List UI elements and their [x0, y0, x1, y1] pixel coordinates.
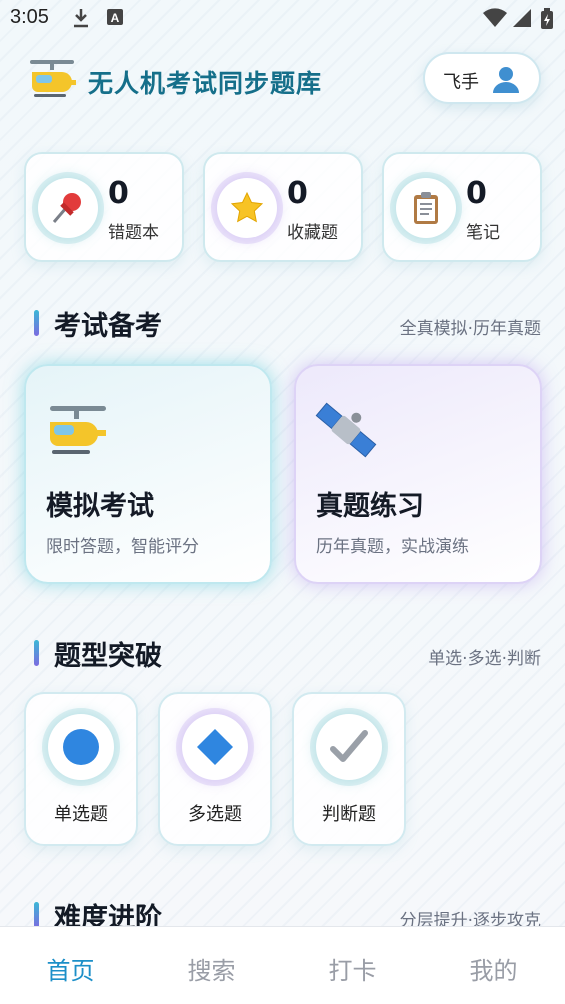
clipboard-icon: [414, 192, 438, 224]
section-accent-bar: [34, 310, 39, 336]
true-false-card[interactable]: 判断题: [292, 692, 406, 846]
download-icon: [74, 9, 88, 28]
type-label: 判断题: [322, 804, 376, 825]
helicopter-icon: [30, 60, 76, 97]
wrong-questions-card[interactable]: 0 错题本: [24, 152, 184, 262]
a-letter-icon: A: [107, 9, 123, 25]
nav-mine[interactable]: 我的: [423, 951, 564, 986]
stat-icon-circle: [38, 178, 98, 238]
exam-section-header: 考试备考 全真模拟·历年真题: [24, 302, 541, 342]
section-accent-bar: [34, 902, 39, 928]
stat-value: 0: [466, 176, 487, 211]
stats-row: 0 错题本 0 收藏题 0 笔记: [24, 152, 542, 262]
battery-icon: [541, 8, 553, 29]
check-mark-icon: [330, 730, 368, 762]
status-time: 3:05: [10, 6, 49, 28]
blue-circle-icon: [63, 729, 99, 765]
satellite-icon: [315, 402, 377, 458]
stat-value: 0: [108, 176, 129, 211]
type-icon-circle: [316, 714, 382, 780]
notes-card[interactable]: 0 笔记: [382, 152, 542, 262]
status-bar: 3:05 A: [0, 0, 565, 40]
app-title: 无人机考试同步题库: [88, 69, 323, 98]
question-type-section-header: 题型突破 单选·多选·判断: [24, 632, 541, 672]
blue-diamond-icon: [197, 729, 233, 765]
user-icon: [493, 67, 519, 93]
nav-home[interactable]: 首页: [0, 951, 141, 986]
mock-exam-card[interactable]: 模拟考试 限时答题，智能评分: [24, 364, 272, 584]
wifi-icon: [483, 8, 507, 27]
stat-label: 收藏题: [287, 223, 338, 243]
real-questions-card[interactable]: 真题练习 历年真题，实战演练: [294, 364, 542, 584]
card-title: 真题练习: [316, 491, 424, 522]
section-subtitle: 全真模拟·历年真题: [399, 319, 541, 339]
section-accent-bar: [34, 640, 39, 666]
user-profile-button[interactable]: 飞手: [423, 52, 541, 104]
card-description: 历年真题，实战演练: [316, 537, 469, 557]
stat-label: 错题本: [108, 223, 159, 243]
stat-icon-circle: [396, 178, 456, 238]
nav-checkin[interactable]: 打卡: [282, 951, 423, 986]
card-title: 模拟考试: [46, 491, 154, 522]
type-label: 多选题: [188, 804, 242, 825]
single-choice-card[interactable]: 单选题: [24, 692, 138, 846]
stat-value: 0: [287, 176, 308, 211]
pushpin-icon: [52, 193, 81, 223]
star-icon: [230, 191, 264, 223]
section-title: 考试备考: [54, 311, 162, 342]
app-header: 无人机考试同步题库 飞手: [24, 52, 541, 106]
section-title: 题型突破: [54, 641, 162, 672]
helicopter-icon: [50, 406, 106, 454]
nav-search[interactable]: 搜索: [141, 951, 282, 986]
type-icon-circle: [182, 714, 248, 780]
multiple-choice-card[interactable]: 多选题: [158, 692, 272, 846]
svg-text:A: A: [111, 11, 120, 25]
stat-icon-circle: [217, 178, 277, 238]
bottom-navigation: 首页 搜索 打卡 我的: [0, 926, 565, 1004]
card-description: 限时答题，智能评分: [46, 537, 199, 557]
signal-icon: [513, 9, 531, 27]
section-subtitle: 单选·多选·判断: [428, 649, 541, 669]
user-name: 飞手: [443, 72, 479, 93]
type-label: 单选题: [54, 804, 108, 825]
type-icon-circle: [48, 714, 114, 780]
stat-label: 笔记: [466, 223, 500, 243]
favorites-card[interactable]: 0 收藏题: [203, 152, 363, 262]
